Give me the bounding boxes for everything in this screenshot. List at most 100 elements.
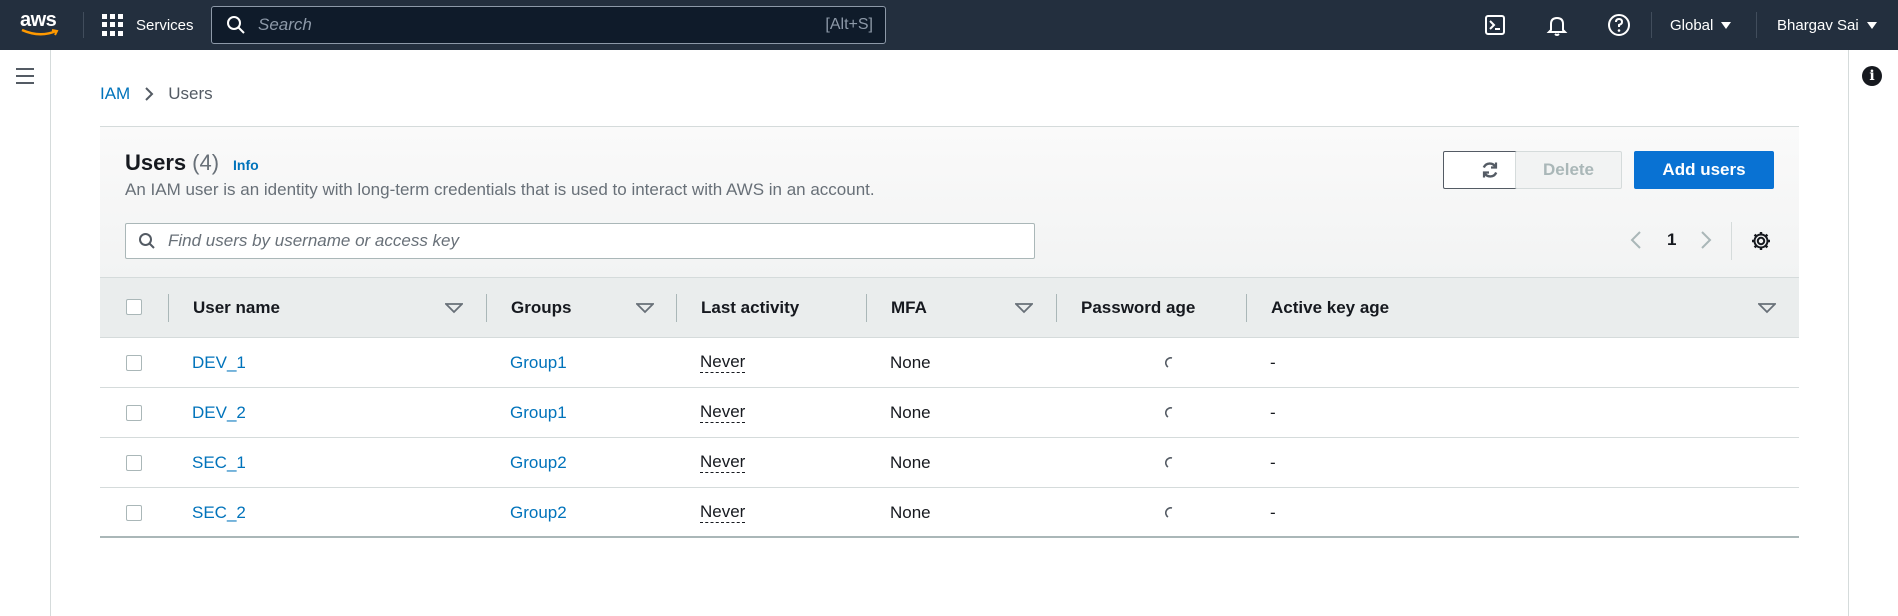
cloudshell-icon[interactable] — [1483, 13, 1507, 37]
group-link[interactable]: Group2 — [510, 503, 567, 523]
group-link[interactable]: Group1 — [510, 403, 567, 423]
pager-divider — [1731, 222, 1732, 260]
table-column-headers: User name Groups Last activity MFA Passw… — [100, 277, 1799, 338]
top-navigation: aws Services Search [Alt+S] Global Bharg… — [0, 0, 1898, 50]
info-icon[interactable]: i — [1862, 66, 1882, 86]
group-link[interactable]: Group2 — [510, 453, 567, 473]
gear-icon[interactable] — [1750, 230, 1772, 252]
title-text: Users — [125, 150, 187, 175]
help-icon[interactable] — [1607, 13, 1631, 37]
loading-spinner-icon — [1165, 506, 1173, 518]
nav-divider — [83, 12, 84, 38]
last-activity-value: Never — [700, 502, 746, 523]
loading-spinner-icon — [1165, 456, 1173, 468]
search-shortcut: [Alt+S] — [825, 16, 873, 33]
services-menu[interactable]: Services — [102, 14, 194, 36]
chevron-right-icon — [145, 87, 154, 101]
key-age-value: - — [1270, 502, 1276, 522]
group-link[interactable]: Group1 — [510, 353, 567, 373]
loading-spinner-icon — [1165, 356, 1173, 368]
table-row: SEC_2 Group2 Never None - — [100, 488, 1799, 538]
last-activity-value: Never — [700, 452, 746, 473]
sort-icon[interactable] — [1758, 303, 1776, 314]
caret-down-icon — [1866, 22, 1877, 29]
row-checkbox[interactable] — [126, 405, 142, 421]
account-menu[interactable]: Bhargav Sai — [1777, 17, 1877, 34]
column-header-user-name[interactable]: User name — [193, 278, 280, 338]
tools-rail — [1848, 50, 1898, 616]
aws-logo-text: aws — [20, 9, 57, 31]
column-header-password-age: Password age — [1081, 298, 1196, 317]
side-navigation-rail — [0, 50, 51, 616]
user-search-input[interactable]: Find users by username or access key — [125, 223, 1035, 259]
last-activity-value: Never — [700, 352, 746, 373]
column-divider — [676, 294, 677, 322]
nav-divider — [1651, 12, 1652, 38]
breadcrumb-users: Users — [168, 84, 213, 103]
column-header-groups[interactable]: Groups — [511, 278, 571, 338]
column-divider — [866, 294, 867, 322]
users-table-container: Users (4) Info An IAM user is an identity… — [100, 127, 1799, 541]
mfa-value: None — [890, 452, 931, 472]
services-label: Services — [136, 16, 194, 34]
refresh-icon — [1482, 162, 1497, 178]
column-divider — [1056, 294, 1057, 322]
add-users-label: Add users — [1662, 160, 1746, 179]
page-number[interactable]: 1 — [1667, 230, 1676, 250]
page-title: Users (4) — [125, 150, 219, 176]
caret-down-icon — [1721, 22, 1732, 29]
user-name-link[interactable]: DEV_2 — [192, 403, 246, 423]
select-all-checkbox[interactable] — [126, 299, 142, 315]
column-divider — [1246, 294, 1247, 322]
region-selector[interactable]: Global — [1670, 17, 1732, 34]
mfa-value: None — [890, 502, 931, 522]
column-header-active-key-age[interactable]: Active key age — [1271, 278, 1389, 338]
aws-smile-icon — [21, 28, 59, 36]
delete-label: Delete — [1542, 160, 1595, 179]
row-checkbox[interactable] — [126, 505, 142, 521]
add-users-button[interactable]: Add users — [1634, 151, 1774, 189]
user-count: (4) — [192, 150, 220, 175]
filter-placeholder: Find users by username or access key — [168, 231, 460, 250]
key-age-value: - — [1270, 452, 1276, 472]
notifications-icon[interactable] — [1545, 13, 1569, 37]
table-row: SEC_1 Group2 Never None - — [100, 438, 1799, 488]
column-divider — [486, 294, 487, 322]
user-name-link[interactable]: SEC_1 — [192, 453, 246, 473]
column-header-mfa[interactable]: MFA — [891, 278, 927, 338]
breadcrumb: IAM Users — [100, 84, 213, 104]
menu-icon[interactable] — [16, 68, 34, 84]
breadcrumb-iam[interactable]: IAM — [100, 84, 130, 104]
user-name-link[interactable]: SEC_2 — [192, 503, 246, 523]
row-checkbox[interactable] — [126, 455, 142, 471]
chevron-right-icon[interactable] — [1700, 230, 1712, 250]
chevron-left-icon[interactable] — [1630, 230, 1642, 250]
loading-spinner-icon — [1165, 406, 1173, 418]
key-age-value: - — [1270, 352, 1276, 372]
page-description: An IAM user is an identity with long-ter… — [125, 180, 875, 199]
account-label: Bhargav Sai — [1777, 17, 1859, 34]
search-icon — [227, 16, 245, 34]
last-activity-value: Never — [700, 402, 746, 423]
sort-icon[interactable] — [636, 303, 654, 314]
row-checkbox[interactable] — [126, 355, 142, 371]
mfa-value: None — [890, 402, 931, 422]
grid-icon — [102, 14, 124, 36]
aws-logo[interactable]: aws — [20, 10, 64, 40]
column-divider — [168, 294, 169, 322]
user-name-link[interactable]: DEV_1 — [192, 353, 246, 373]
key-age-value: - — [1270, 402, 1276, 422]
mfa-value: None — [890, 352, 931, 372]
table-row: DEV_1 Group1 Never None - — [100, 338, 1799, 388]
info-link[interactable]: Info — [233, 157, 259, 173]
table-row: DEV_2 Group1 Never None - — [100, 388, 1799, 438]
nav-divider — [1756, 12, 1757, 38]
table-header: Users (4) Info An IAM user is an identity… — [100, 127, 1799, 277]
sort-icon[interactable] — [445, 303, 463, 314]
global-search-input[interactable]: Search [Alt+S] — [211, 6, 886, 44]
delete-button[interactable]: Delete — [1515, 151, 1622, 189]
column-header-last-activity: Last activity — [701, 298, 800, 317]
sort-icon[interactable] — [1015, 303, 1033, 314]
region-label: Global — [1670, 17, 1714, 34]
search-placeholder: Search — [258, 15, 312, 34]
